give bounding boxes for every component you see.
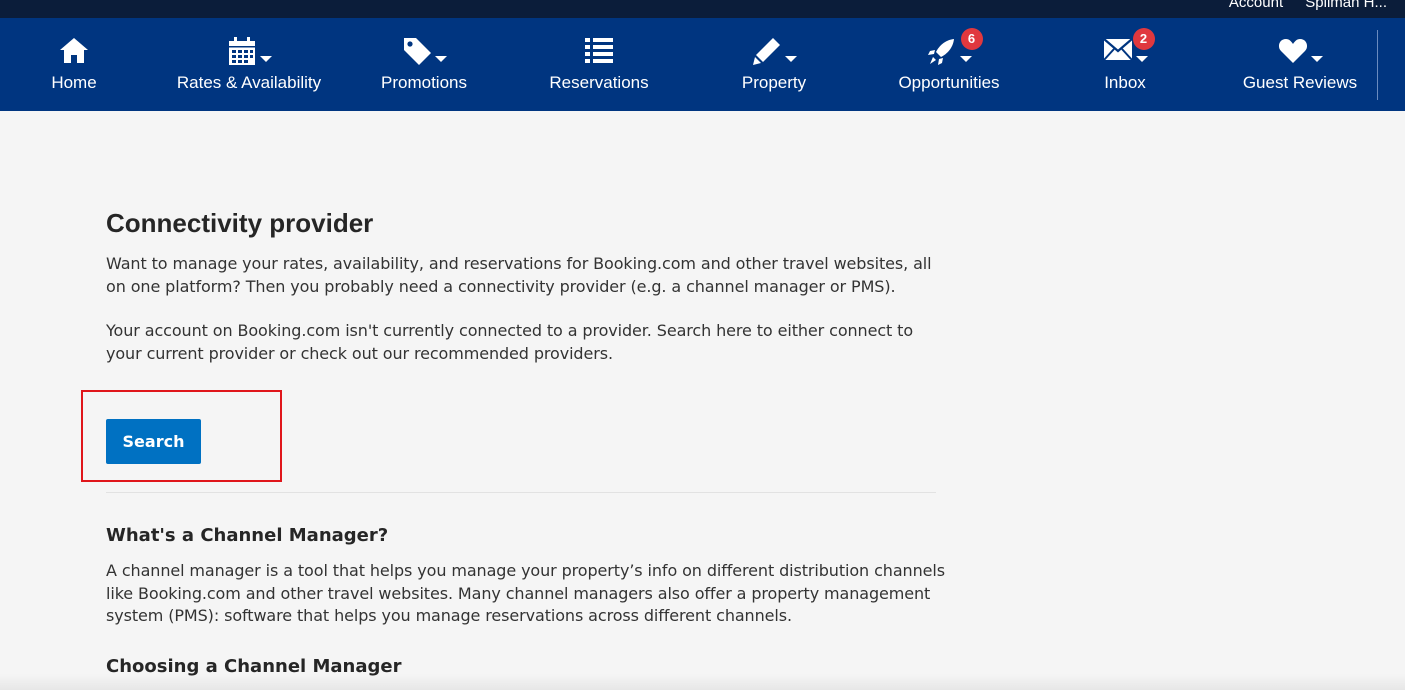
nav-label-guest-reviews: Guest Reviews	[1242, 73, 1358, 92]
chevron-down-icon	[784, 56, 797, 62]
section-heading: What's a Channel Manager?	[106, 525, 389, 546]
nav-item-inbox[interactable]: 2 Inbox	[1095, 18, 1155, 111]
nav-item-property[interactable]: Property	[734, 18, 814, 111]
search-button[interactable]: Search	[106, 419, 201, 464]
nav-item-opportunities[interactable]: 6 Opportunities	[889, 18, 1009, 111]
nav-item-rates-availability[interactable]: Rates & Availability	[168, 18, 330, 111]
nav-item-guest-reviews[interactable]: Guest Reviews	[1234, 18, 1366, 111]
nav-label-rates-availability: Rates & Availability	[176, 73, 322, 92]
chevron-down-icon	[434, 56, 447, 62]
nav-item-reservations[interactable]: Reservations	[543, 18, 655, 111]
tag-icon	[403, 38, 431, 65]
main-navigation: Home Rates & Availability Promotions Res…	[0, 18, 1405, 111]
inbox-count-badge: 2	[1132, 28, 1155, 50]
channel-manager-section: What's a Channel Manager? A channel mana…	[106, 525, 956, 628]
chevron-down-icon	[259, 56, 272, 62]
account-link[interactable]: Account	[1229, 0, 1283, 11]
channel-manager-description: A channel manager is a tool that helps y…	[106, 561, 945, 625]
home-icon	[60, 38, 88, 63]
nav-divider	[1377, 30, 1378, 100]
nav-item-promotions[interactable]: Promotions	[373, 18, 475, 111]
rocket-icon	[927, 39, 954, 65]
list-icon	[585, 38, 613, 63]
chevron-down-icon	[1310, 56, 1323, 62]
chevron-down-icon	[1135, 56, 1148, 62]
nav-label-reservations: Reservations	[549, 73, 649, 92]
intro-paragraph: Want to manage your rates, availability,…	[106, 254, 932, 296]
heart-icon	[1278, 39, 1307, 63]
bottom-fade	[0, 674, 1405, 690]
nav-label-home: Home	[51, 73, 97, 92]
property-name-link[interactable]: Spilman H...	[1305, 0, 1387, 11]
intro-section: Connectivity provider Want to manage you…	[106, 208, 946, 365]
chevron-down-icon	[959, 56, 972, 62]
pencil-icon	[752, 38, 780, 65]
nav-label-opportunities: Opportunities	[898, 73, 1000, 92]
nav-label-property: Property	[741, 73, 807, 92]
top-account-bar: Account Spilman H...	[0, 0, 1405, 18]
section-divider	[106, 492, 936, 493]
page-title: Connectivity provider	[106, 208, 374, 238]
envelope-icon	[1102, 38, 1133, 61]
connection-status-paragraph: Your account on Booking.com isn't curren…	[106, 321, 914, 363]
nav-label-promotions: Promotions	[381, 73, 467, 92]
nav-label-inbox: Inbox	[1104, 73, 1146, 92]
opportunities-count-badge: 6	[960, 28, 983, 50]
calendar-icon	[228, 37, 255, 65]
nav-item-home[interactable]: Home	[34, 18, 114, 111]
